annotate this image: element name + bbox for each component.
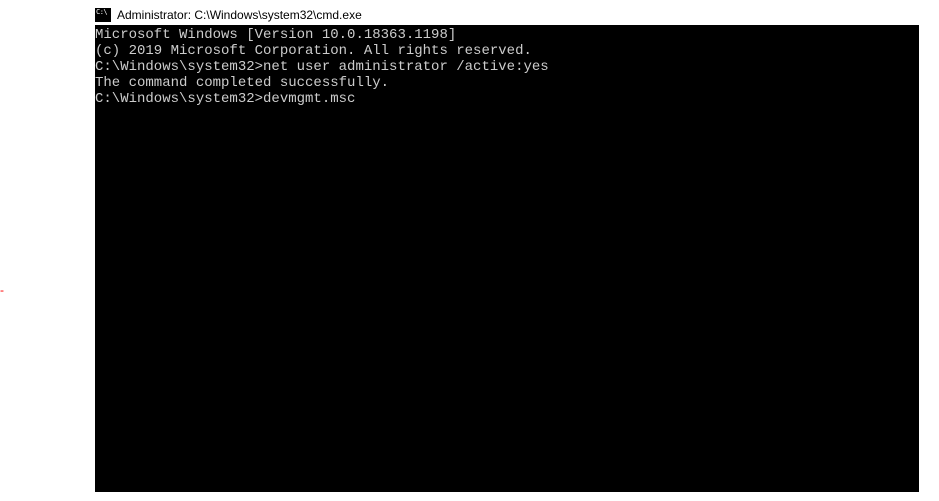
terminal-output[interactable]: Microsoft Windows [Version 10.0.18363.11… bbox=[95, 25, 919, 492]
cmd-icon bbox=[95, 8, 111, 22]
terminal-line: (c) 2019 Microsoft Corporation. All righ… bbox=[95, 43, 919, 59]
terminal-line: Microsoft Windows [Version 10.0.18363.11… bbox=[95, 27, 919, 43]
terminal-line: C:\Windows\system32>devmgmt.msc bbox=[95, 91, 919, 107]
window-titlebar: Administrator: C:\Windows\system32\cmd.e… bbox=[95, 5, 362, 25]
terminal-line: The command completed successfully. bbox=[95, 75, 919, 91]
red-dash-marker: - bbox=[0, 283, 4, 297]
terminal-line: C:\Windows\system32>net user administrat… bbox=[95, 59, 919, 75]
window-title: Administrator: C:\Windows\system32\cmd.e… bbox=[117, 8, 362, 22]
